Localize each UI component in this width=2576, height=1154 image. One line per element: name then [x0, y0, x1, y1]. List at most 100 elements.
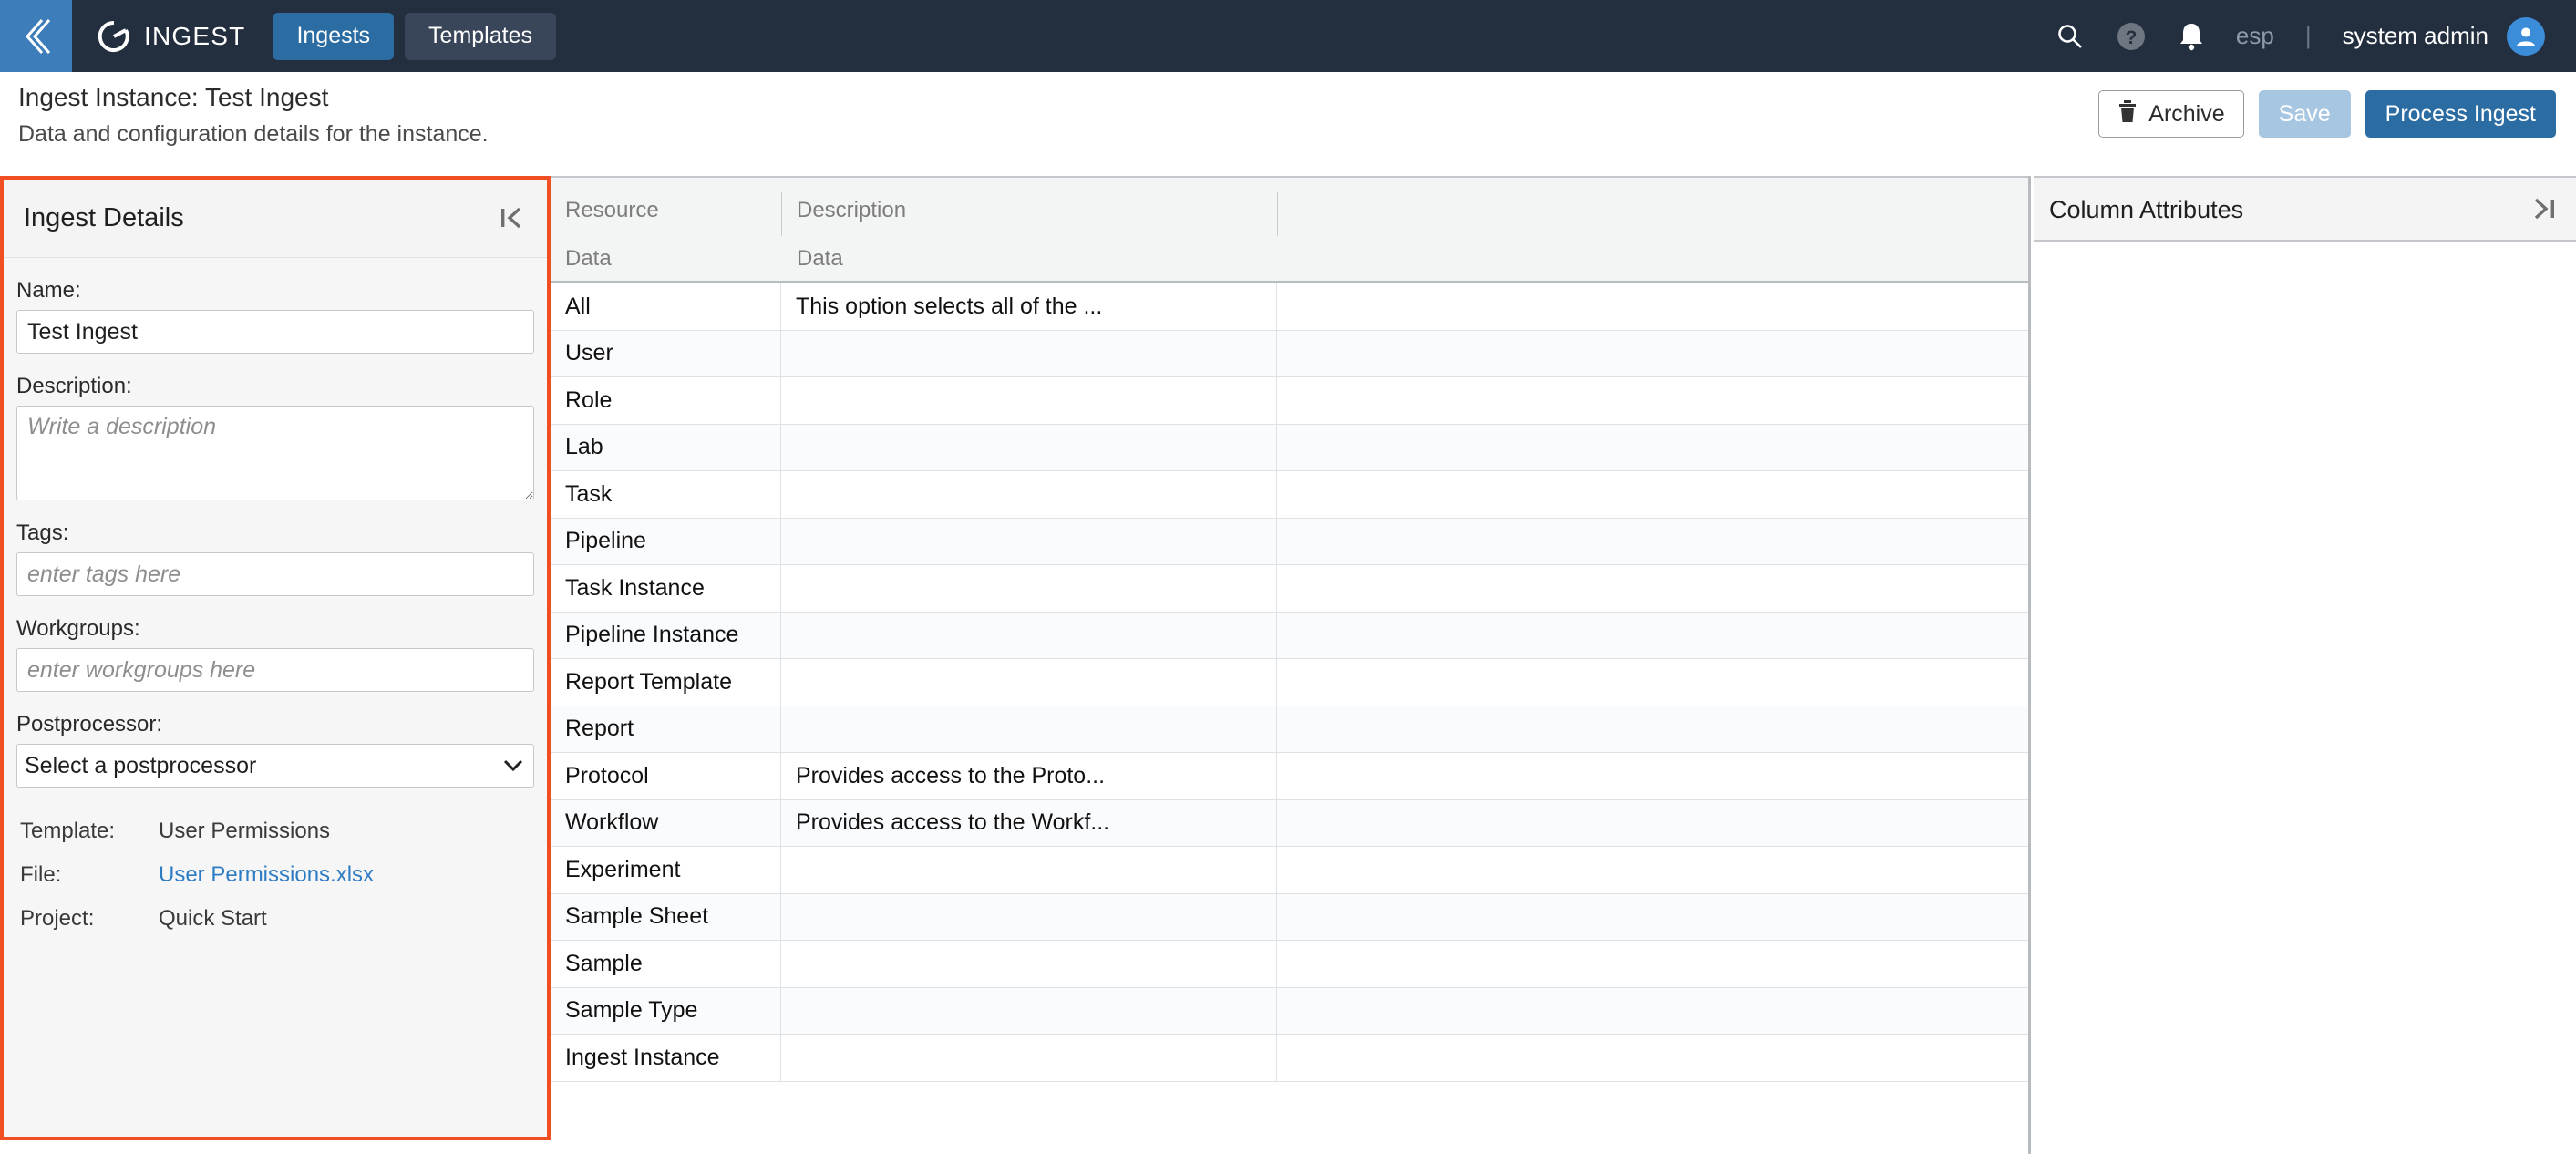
table-row[interactable]: Task [551, 471, 2028, 519]
cell-resource[interactable]: Workflow [551, 799, 781, 846]
cell-resource[interactable]: Lab [551, 424, 781, 470]
postprocessor-field-group: Postprocessor: Select a postprocessor [4, 712, 547, 788]
cell-empty [1277, 941, 2028, 987]
cell-empty [1277, 377, 2028, 424]
cell-resource[interactable]: Sample [551, 941, 781, 987]
cell-description[interactable] [781, 659, 1277, 706]
table-row[interactable]: Workflow Provides access to the Workf... [551, 799, 2028, 847]
meta-key: Project: [20, 906, 95, 931]
table-row[interactable]: Role [551, 377, 2028, 425]
cell-resource[interactable]: Task Instance [551, 565, 781, 612]
ingest-meta-list: Template: User Permissions File: User Pe… [4, 819, 547, 932]
table-row[interactable]: Ingest Instance [551, 1035, 2028, 1082]
column-attributes-panel: Column Attributes [2034, 176, 2576, 1154]
column-attributes-header: Column Attributes [2034, 176, 2576, 242]
table-row[interactable]: Pipeline Instance [551, 612, 2028, 659]
cell-description[interactable] [781, 1035, 1277, 1081]
table-row[interactable]: User [551, 330, 2028, 377]
svg-text:?: ? [2126, 27, 2138, 48]
help-icon[interactable]: ? [2116, 21, 2147, 52]
column-header-resource[interactable]: Resource [565, 198, 659, 223]
collapse-left-icon[interactable] [500, 205, 523, 235]
back-button[interactable] [0, 0, 72, 72]
cell-description[interactable]: Provides access to the Proto... [781, 753, 1277, 799]
table-row[interactable]: Protocol Provides access to the Proto... [551, 753, 2028, 800]
cell-resource[interactable]: Sample Sheet [551, 893, 781, 940]
page-header-actions: Archive Save Process Ingest [2098, 90, 2556, 138]
description-field-group: Description: [4, 374, 547, 500]
cell-description[interactable] [781, 565, 1277, 612]
cell-empty [1277, 331, 2028, 377]
cell-description[interactable] [781, 847, 1277, 893]
cell-resource[interactable]: Pipeline Instance [551, 612, 781, 658]
cell-description[interactable] [781, 893, 1277, 940]
archive-button-label: Archive [2148, 100, 2225, 127]
language-selector[interactable]: esp [2236, 22, 2274, 50]
table-row[interactable]: Experiment [551, 847, 2028, 894]
save-button[interactable]: Save [2258, 90, 2351, 138]
table-row[interactable]: Pipeline [551, 518, 2028, 565]
cell-description[interactable] [781, 612, 1277, 658]
table-row[interactable]: Report [551, 706, 2028, 753]
workgroups-label: Workgroups: [16, 616, 140, 641]
cell-description[interactable] [781, 424, 1277, 470]
user-avatar-icon[interactable] [2507, 16, 2545, 56]
column-subheader-description: Data [797, 246, 843, 271]
table-row[interactable]: Sample Type [551, 987, 2028, 1035]
cell-description[interactable]: Provides access to the Workf... [781, 799, 1277, 846]
search-icon[interactable] [2056, 22, 2085, 51]
tags-field-group: Tags: [4, 520, 547, 596]
cell-description[interactable] [781, 518, 1277, 564]
description-textarea[interactable] [16, 406, 534, 500]
cell-resource[interactable]: Task [551, 471, 781, 518]
cell-resource[interactable]: Protocol [551, 753, 781, 799]
cell-description[interactable] [781, 330, 1277, 376]
nav-tab-ingests[interactable]: Ingests [273, 12, 395, 60]
workgroups-input[interactable] [16, 648, 534, 692]
resource-grid: Resource Data Description Data All This o… [551, 176, 2031, 1154]
table-row[interactable]: Report Template [551, 659, 2028, 706]
meta-row-project: Project: Quick Start [20, 906, 531, 932]
table-row[interactable]: All This option selects all of the ... [551, 283, 2028, 331]
meta-value-project: Quick Start [159, 906, 267, 931]
cell-description[interactable] [781, 471, 1277, 518]
cell-resource[interactable]: Report Template [551, 659, 781, 706]
chevron-double-left-icon [18, 15, 55, 58]
table-row[interactable]: Sample [551, 941, 2028, 988]
column-header-description[interactable]: Description [797, 198, 906, 223]
tags-input[interactable] [16, 552, 534, 596]
cell-empty [1277, 753, 2028, 799]
process-ingest-button[interactable]: Process Ingest [2365, 90, 2556, 138]
table-row[interactable]: Task Instance [551, 565, 2028, 613]
bell-icon[interactable] [2178, 21, 2205, 52]
cell-resource[interactable]: Experiment [551, 847, 781, 893]
nav-right-cluster: ? esp | system admin [2056, 16, 2576, 56]
nav-tab-templates[interactable]: Templates [405, 12, 556, 60]
cell-resource[interactable]: Sample Type [551, 987, 781, 1034]
cell-empty [1277, 425, 2028, 471]
meta-value-file-link[interactable]: User Permissions.xlsx [159, 862, 374, 888]
cell-resource[interactable]: Role [551, 377, 781, 424]
workgroups-field-group: Workgroups: [4, 616, 547, 692]
cell-description[interactable] [781, 987, 1277, 1034]
cell-resource[interactable]: Ingest Instance [551, 1035, 781, 1081]
table-row[interactable]: Lab [551, 424, 2028, 471]
process-ingest-button-label: Process Ingest [2385, 100, 2536, 127]
cell-resource[interactable]: All [551, 283, 781, 330]
name-input[interactable] [16, 310, 534, 354]
cell-resource[interactable]: Report [551, 706, 781, 752]
cell-description[interactable] [781, 706, 1277, 752]
cell-description[interactable] [781, 377, 1277, 424]
postprocessor-select[interactable]: Select a postprocessor [16, 744, 534, 788]
cell-description[interactable]: This option selects all of the ... [781, 283, 1277, 330]
table-row[interactable]: Sample Sheet [551, 893, 2028, 941]
column-divider[interactable] [1277, 192, 1278, 236]
user-name-label[interactable]: system admin [2343, 22, 2488, 50]
cell-description[interactable] [781, 941, 1277, 987]
collapse-right-icon[interactable] [2532, 196, 2556, 226]
cell-resource[interactable]: User [551, 330, 781, 376]
archive-button[interactable]: Archive [2098, 90, 2244, 138]
ingest-details-panel: Ingest Details Name: Description: Tags: … [0, 176, 551, 1140]
cell-resource[interactable]: Pipeline [551, 518, 781, 564]
column-divider[interactable] [781, 192, 782, 236]
